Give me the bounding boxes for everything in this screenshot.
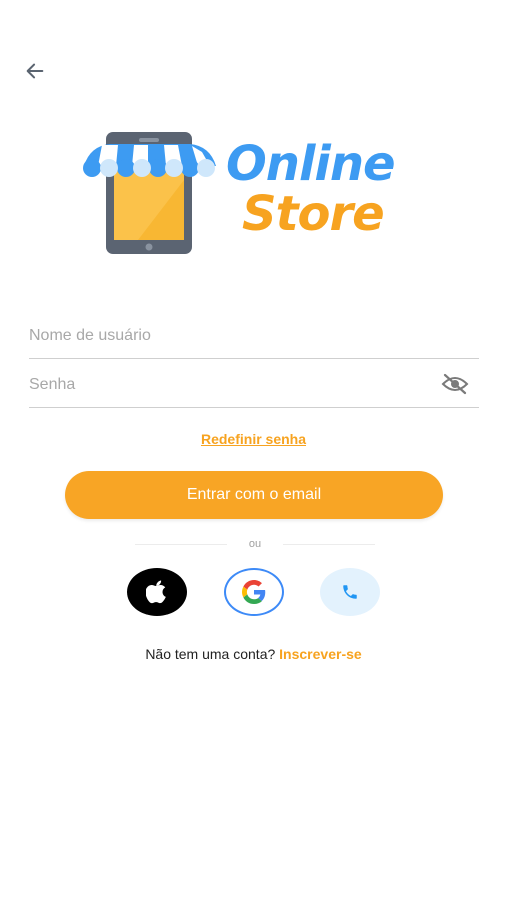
apple-icon — [146, 580, 166, 604]
divider-line-left — [135, 543, 227, 545]
divider-text: ou — [248, 538, 262, 550]
back-button[interactable] — [22, 58, 48, 84]
apple-login-button[interactable] — [127, 568, 187, 616]
phone-store-awning-icon — [83, 132, 216, 254]
logo-text-online: Online — [226, 136, 396, 192]
divider-line-right — [283, 543, 375, 545]
eye-off-icon — [441, 373, 469, 395]
google-icon — [242, 580, 266, 604]
username-input[interactable] — [29, 318, 429, 354]
phone-login-button[interactable] — [320, 568, 380, 616]
phone-icon — [343, 585, 357, 599]
arrow-left-icon — [26, 63, 44, 79]
or-divider: ou — [135, 536, 375, 552]
logo-text-store: Store — [242, 186, 385, 242]
username-field-container — [29, 318, 479, 359]
google-login-button[interactable] — [224, 568, 284, 616]
signup-prompt-text: Não tem uma conta? — [145, 646, 280, 662]
password-visibility-toggle[interactable] — [441, 373, 469, 395]
password-field-container — [29, 367, 479, 408]
password-input[interactable] — [29, 367, 429, 403]
email-login-button-label: Entrar com o email — [186, 486, 322, 503]
reset-password-link[interactable]: Redefinir senha — [0, 431, 507, 447]
email-login-button[interactable]: Entrar com o email — [65, 471, 443, 519]
signup-link[interactable]: Inscrever-se — [279, 646, 362, 662]
app-logo: Online Store — [80, 128, 430, 258]
signup-prompt: Não tem uma conta? Inscrever-se — [0, 646, 507, 662]
